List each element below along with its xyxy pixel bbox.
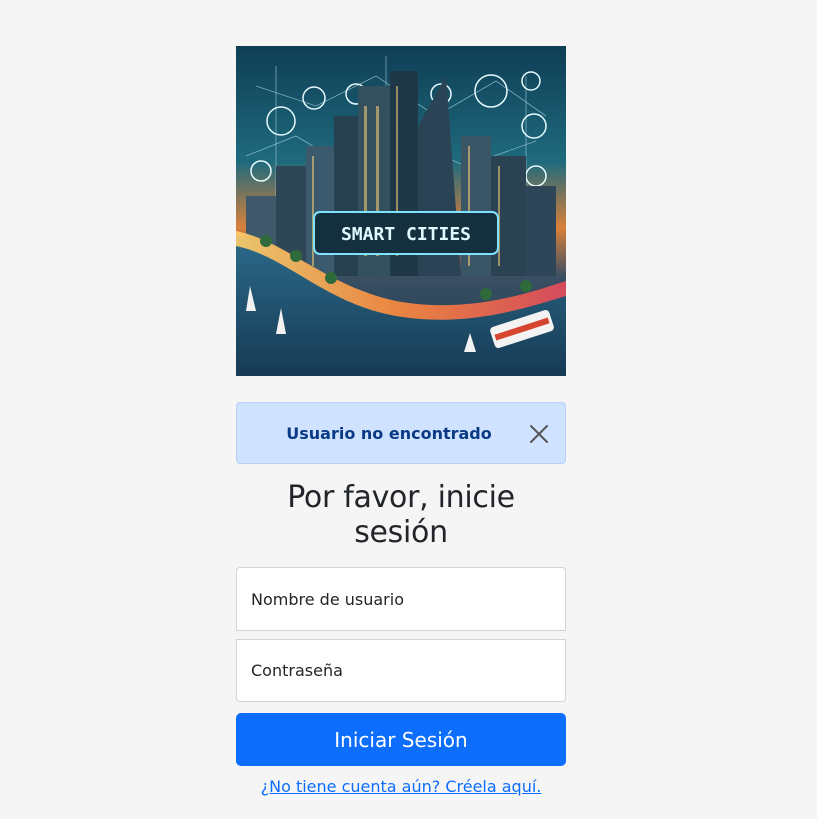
login-panel: SMART CITIES Usuario no encontrado Por f…: [236, 46, 566, 796]
hero-caption: SMART CITIES: [341, 224, 471, 245]
register-link[interactable]: ¿No tiene cuenta aún? Créela aquí.: [236, 777, 566, 796]
close-icon[interactable]: [527, 422, 551, 446]
page-title: Por favor, inicie sesión: [287, 480, 515, 550]
username-input[interactable]: [236, 567, 566, 631]
password-input[interactable]: [236, 639, 566, 702]
smart-city-illustration: SMART CITIES: [236, 46, 566, 376]
error-alert: Usuario no encontrado: [236, 402, 566, 464]
login-button[interactable]: Iniciar Sesión: [236, 713, 566, 766]
login-page: SMART CITIES Usuario no encontrado Por f…: [0, 0, 817, 819]
alert-message: Usuario no encontrado: [286, 423, 492, 443]
